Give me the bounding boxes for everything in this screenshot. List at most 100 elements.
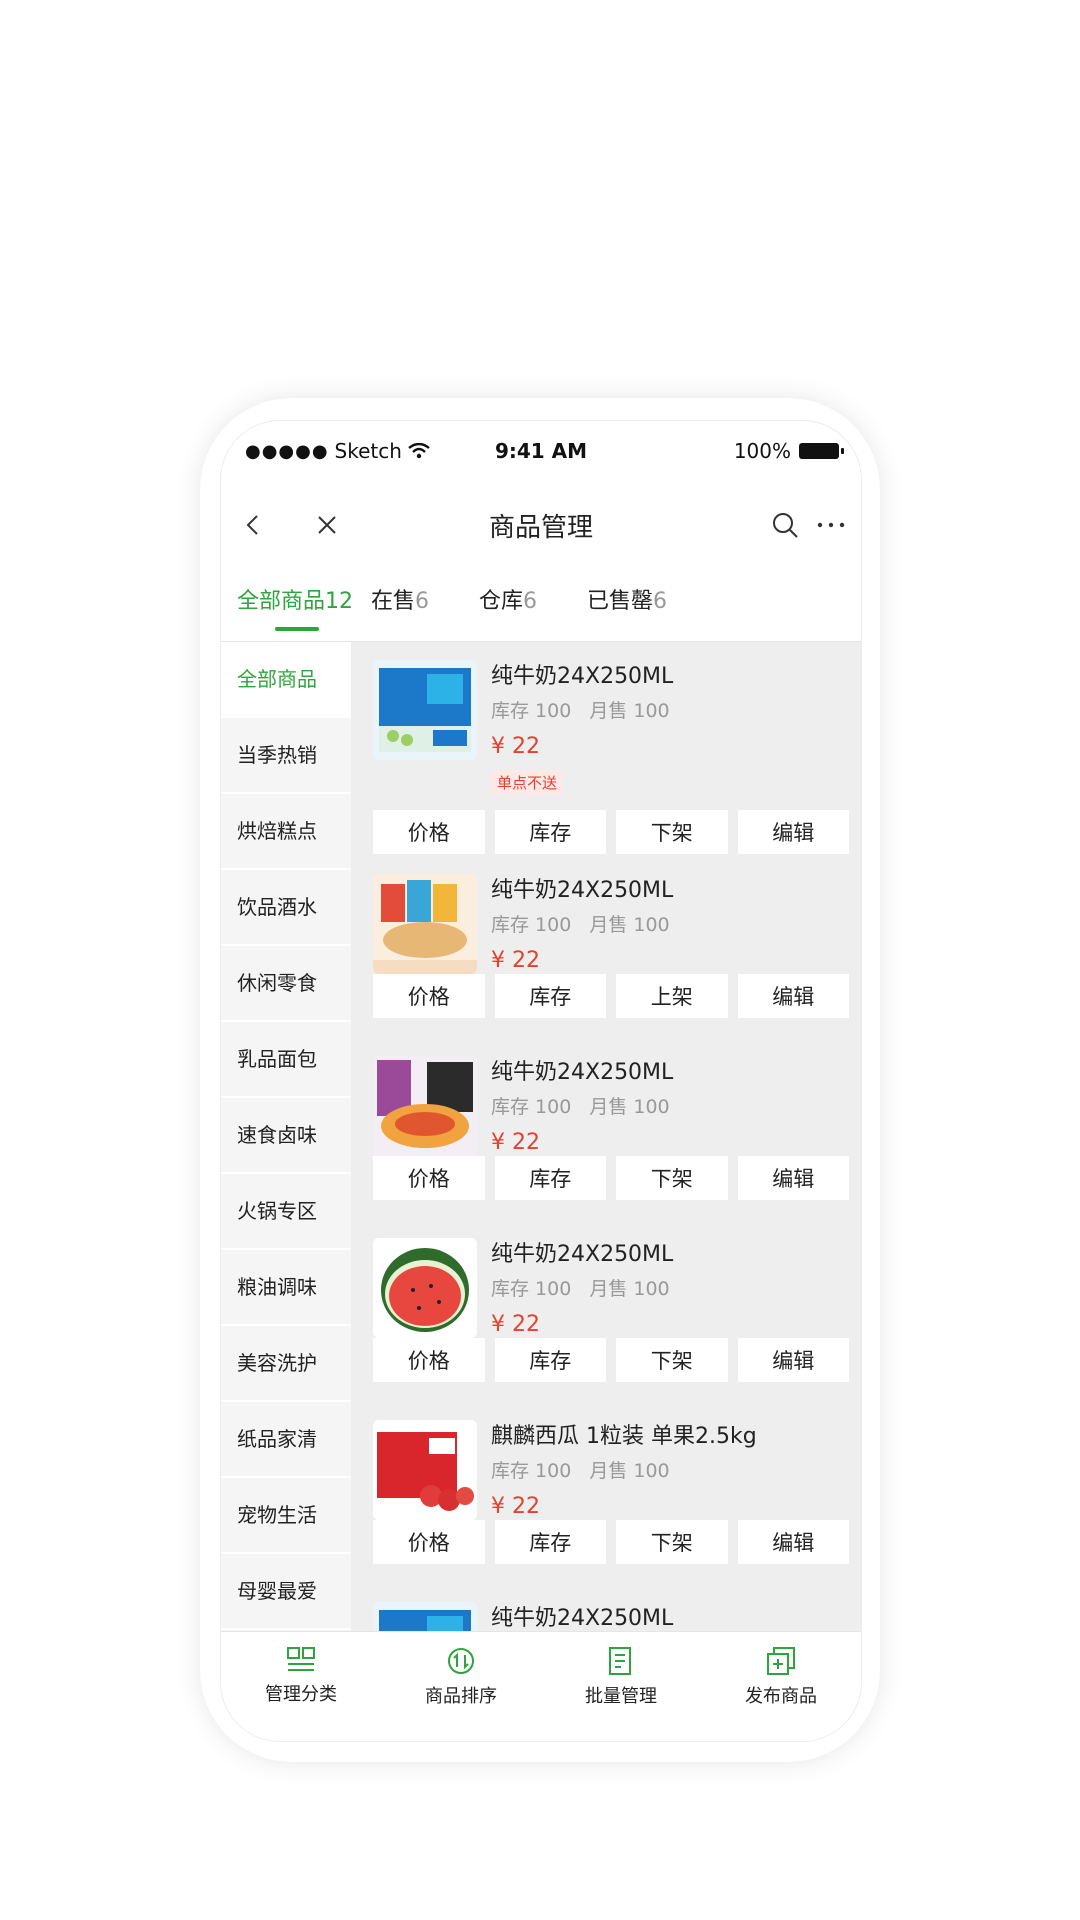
price-button[interactable]: 价格 xyxy=(373,1156,485,1200)
no-delivery-badge: 单点不送 xyxy=(491,770,564,795)
noodle-bag-image[interactable] xyxy=(373,1056,477,1156)
add-product-icon xyxy=(767,1647,795,1675)
batch-manage-button[interactable]: 批量管理 xyxy=(541,1646,701,1708)
bottom-toolbar: 管理分类 商品排序 批量管理 发布商品 xyxy=(221,1631,861,1741)
search-button[interactable] xyxy=(769,509,801,541)
category-item-seasonal[interactable]: 当季热销 xyxy=(221,718,351,794)
batch-edit-icon xyxy=(609,1647,631,1675)
product-actions: 价格 库存 上架 编辑 xyxy=(373,974,849,1018)
category-item-beauty[interactable]: 美容洗护 xyxy=(221,1326,351,1402)
product-actions: 价格 库存 下架 编辑 xyxy=(373,1338,849,1382)
category-item-instant[interactable]: 速食卤味 xyxy=(221,1098,351,1174)
product-sales: 月售 100 xyxy=(589,1096,670,1118)
milk-box-image[interactable] xyxy=(373,660,477,760)
product-meta: 库存 100 月售 100 xyxy=(491,696,670,723)
battery-icon xyxy=(799,443,844,459)
product-meta: 库存 100 月售 100 xyxy=(491,1274,670,1301)
stock-button[interactable]: 库存 xyxy=(494,1338,606,1382)
product-name: 纯牛奶24X250ML xyxy=(491,664,674,689)
tab-count: 12 xyxy=(325,589,354,614)
product-actions: 价格 库存 下架 编辑 xyxy=(373,1156,849,1200)
product-name: 纯牛奶24X250ML xyxy=(491,878,674,903)
watermelon-image[interactable] xyxy=(373,1238,477,1338)
edit-button[interactable]: 编辑 xyxy=(737,1338,849,1382)
product-stock: 库存 100 xyxy=(491,1278,572,1300)
category-item-hotpot[interactable]: 火锅专区 xyxy=(221,1174,351,1250)
tab-warehouse[interactable]: 仓库6 xyxy=(479,583,537,615)
edit-button[interactable]: 编辑 xyxy=(737,974,849,1018)
milk-box-image[interactable] xyxy=(373,1602,477,1632)
tab-count: 6 xyxy=(415,589,430,614)
bottom-bar-label: 批量管理 xyxy=(585,1686,657,1707)
product-price: ¥ 22 xyxy=(491,734,540,759)
product-price: ¥ 22 xyxy=(491,1312,540,1337)
category-item-all[interactable]: 全部商品 xyxy=(221,642,351,718)
unlist-button[interactable]: 下架 xyxy=(616,1338,728,1382)
page-title: 商品管理 xyxy=(488,513,593,543)
tab-sold-out[interactable]: 已售罄6 xyxy=(587,583,667,615)
product-stock: 库存 100 xyxy=(491,1460,572,1482)
more-button[interactable] xyxy=(815,509,847,541)
product-sales: 月售 100 xyxy=(589,914,670,936)
category-item-baby[interactable]: 母婴最爱 xyxy=(221,1554,351,1630)
price-button[interactable]: 价格 xyxy=(373,1520,485,1564)
product-meta: 库存 100 月售 100 xyxy=(491,1456,670,1483)
category-item-grain-oil[interactable]: 粮油调味 xyxy=(221,1250,351,1326)
battery-percent: 100% xyxy=(733,439,791,463)
product-sales: 月售 100 xyxy=(589,1278,670,1300)
category-item-snacks[interactable]: 休闲零食 xyxy=(221,946,351,1022)
search-icon xyxy=(773,513,798,538)
edit-button[interactable]: 编辑 xyxy=(737,810,849,854)
tab-all-products[interactable]: 全部商品12 xyxy=(237,583,353,615)
tab-count: 6 xyxy=(653,589,668,614)
more-icon xyxy=(817,522,845,528)
product-price: ¥ 22 xyxy=(491,1494,540,1519)
category-item-drinks[interactable]: 饮品酒水 xyxy=(221,870,351,946)
product-actions: 价格 库存 下架 编辑 xyxy=(373,1520,849,1564)
tab-on-sale[interactable]: 在售6 xyxy=(371,583,429,615)
price-button[interactable]: 价格 xyxy=(373,974,485,1018)
bottom-bar-label: 管理分类 xyxy=(265,1684,337,1705)
product-stock: 库存 100 xyxy=(491,1096,572,1118)
bottom-bar-label: 商品排序 xyxy=(425,1686,497,1707)
price-button[interactable]: 价格 xyxy=(373,1338,485,1382)
product-name: 纯牛奶24X250ML xyxy=(491,1060,674,1085)
category-item-dairy[interactable]: 乳品面包 xyxy=(221,1022,351,1098)
category-item-bakery[interactable]: 烘焙糕点 xyxy=(221,794,351,870)
category-item-paper-cleaning[interactable]: 纸品家清 xyxy=(221,1402,351,1478)
product-price: ¥ 22 xyxy=(491,948,540,973)
product-name: 麒麟西瓜 1粒装 单果2.5kg xyxy=(491,1424,757,1449)
product-stock: 库存 100 xyxy=(491,700,572,722)
unlist-button[interactable]: 下架 xyxy=(616,1156,728,1200)
product-meta: 库存 100 月售 100 xyxy=(491,910,670,937)
snack-box-image[interactable] xyxy=(373,874,477,974)
edit-button[interactable]: 编辑 xyxy=(737,1156,849,1200)
product-sales: 月售 100 xyxy=(589,700,670,722)
stock-button[interactable]: 库存 xyxy=(494,1156,606,1200)
product-name: 纯牛奶24X250ML xyxy=(491,1242,674,1267)
list-button[interactable]: 上架 xyxy=(616,974,728,1018)
product-sort-button[interactable]: 商品排序 xyxy=(381,1646,541,1708)
category-sidebar: 全部商品 当季热销 烘焙糕点 饮品酒水 休闲零食 乳品面包 速食卤味 火锅专区 … xyxy=(221,642,351,1632)
stock-button[interactable]: 库存 xyxy=(494,1520,606,1564)
product-list: 纯牛奶24X250ML 库存 100 月售 100 ¥ 22 单点不送 价格 库存… xyxy=(351,642,861,1632)
tab-label: 在售 xyxy=(371,589,416,614)
manage-categories-button[interactable]: 管理分类 xyxy=(221,1646,381,1706)
nav-bar: 商品管理 xyxy=(221,485,861,565)
edit-button[interactable]: 编辑 xyxy=(737,1520,849,1564)
stock-button[interactable]: 库存 xyxy=(494,810,606,854)
publish-product-button[interactable]: 发布商品 xyxy=(701,1646,861,1708)
stock-button[interactable]: 库存 xyxy=(494,974,606,1018)
active-tab-indicator xyxy=(275,627,319,631)
price-button[interactable]: 价格 xyxy=(373,810,485,854)
product-actions: 价格 库存 下架 编辑 xyxy=(373,810,849,854)
category-icon xyxy=(287,1647,315,1671)
bottom-bar-label: 发布商品 xyxy=(745,1686,817,1707)
product-stock: 库存 100 xyxy=(491,914,572,936)
unlist-button[interactable]: 下架 xyxy=(616,810,728,854)
unlist-button[interactable]: 下架 xyxy=(616,1520,728,1564)
tab-count: 6 xyxy=(523,589,538,614)
product-sales: 月售 100 xyxy=(589,1460,670,1482)
apple-gift-box-image[interactable] xyxy=(373,1420,477,1520)
category-item-pets[interactable]: 宠物生活 xyxy=(221,1478,351,1554)
